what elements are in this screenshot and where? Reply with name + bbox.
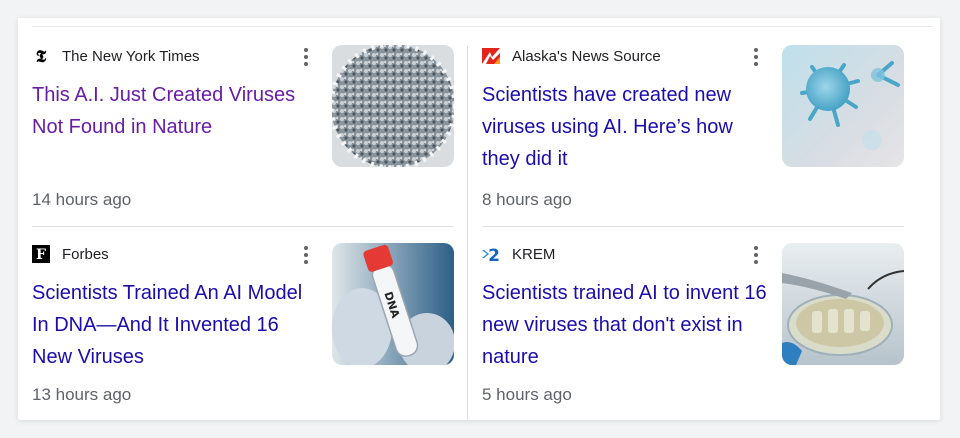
more-options-icon[interactable]: [747, 245, 765, 265]
krem-logo-icon: 2: [482, 245, 500, 263]
source-row: 2 KREM: [482, 243, 555, 265]
source-name: The New York Times: [62, 47, 200, 65]
news-article-forbes[interactable]: F Forbes Scientists Trained An AI Model …: [32, 243, 454, 420]
column-divider: [467, 46, 468, 420]
source-row: 𝕿 The New York Times: [32, 45, 200, 67]
virus-closeup-image[interactable]: [332, 45, 454, 167]
source-name: Forbes: [62, 245, 109, 263]
top-divider: [32, 26, 932, 27]
headline-link[interactable]: Scientists trained AI to invent 16 new v…: [482, 277, 767, 373]
top-stories-card: 𝕿 The New York Times This A.I. Just Crea…: [18, 18, 940, 420]
more-options-icon[interactable]: [747, 47, 765, 67]
blue-virus-image[interactable]: [782, 45, 904, 167]
headline-link[interactable]: Scientists Trained An AI Model In DNA—An…: [32, 277, 322, 373]
news-article-nyt[interactable]: 𝕿 The New York Times This A.I. Just Crea…: [32, 45, 454, 225]
row-divider-right: [482, 226, 904, 227]
source-row: F Forbes: [32, 243, 109, 265]
row-divider-left: [32, 226, 454, 227]
source-name: KREM: [512, 245, 556, 263]
timestamp: 13 hours ago: [32, 385, 132, 404]
petri-dish-image[interactable]: [782, 243, 904, 365]
news-article-krem[interactable]: 2 KREM Scientists trained AI to invent 1…: [482, 243, 904, 420]
timestamp: 8 hours ago: [482, 190, 572, 209]
timestamp: 14 hours ago: [32, 190, 132, 209]
svg-text:2: 2: [488, 246, 500, 263]
source-row: Alaska's News Source: [482, 45, 661, 67]
timestamp: 5 hours ago: [482, 385, 572, 404]
more-options-icon[interactable]: [297, 245, 315, 265]
svg-text:𝕿: 𝕿: [36, 47, 47, 65]
forbes-logo-icon: F: [32, 245, 50, 263]
more-options-icon[interactable]: [297, 47, 315, 67]
news-article-alaska[interactable]: Alaska's News Source Scientists have cre…: [482, 45, 904, 225]
headline-link[interactable]: This A.I. Just Created Viruses Not Found…: [32, 79, 322, 143]
dna-tube-image[interactable]: DNA: [332, 243, 454, 365]
nyt-logo-icon: 𝕿: [32, 47, 50, 65]
svg-text:F: F: [36, 247, 46, 263]
source-name: Alaska's News Source: [512, 47, 661, 65]
alaskas-news-source-logo-icon: [482, 47, 500, 65]
headline-link[interactable]: Scientists have created new viruses usin…: [482, 79, 767, 175]
